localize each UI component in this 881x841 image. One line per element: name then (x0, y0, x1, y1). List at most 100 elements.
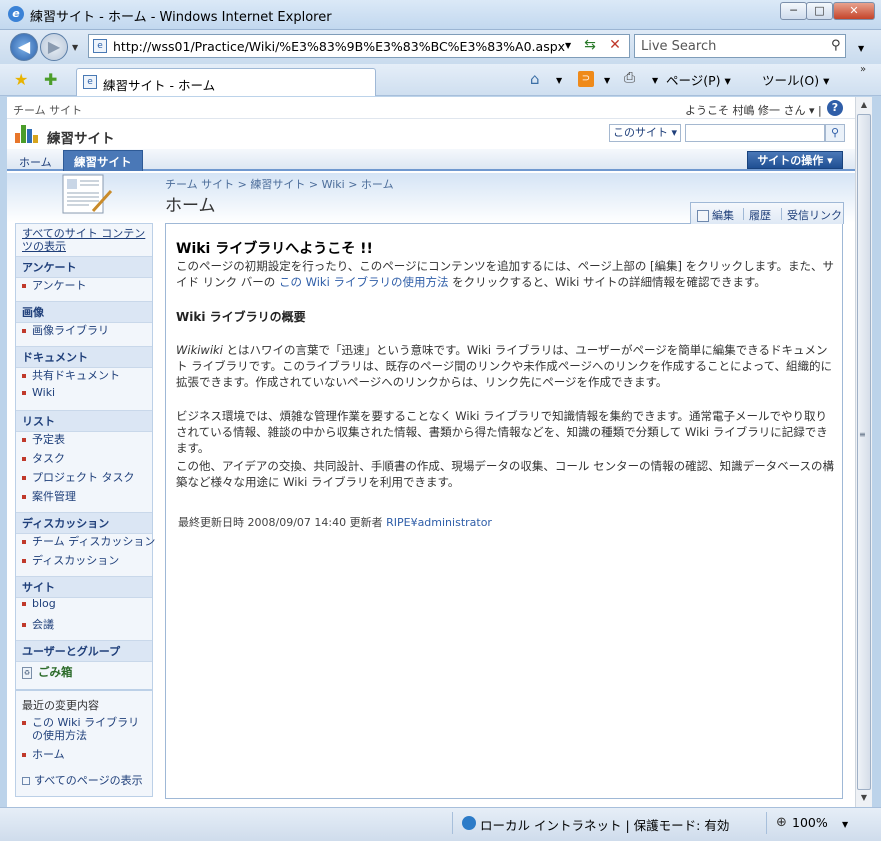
forward-button[interactable]: ▶ (40, 33, 68, 61)
scroll-thumb[interactable] (857, 114, 871, 790)
zoom-dropdown-icon[interactable]: ▼ (842, 820, 848, 829)
divider (781, 208, 782, 220)
intro-paragraph: このページの初期設定を行ったり、このページにコンテンツを追加するには、ページ上部… (176, 258, 836, 290)
tab-practice-site[interactable]: 練習サイト (63, 150, 143, 171)
site-actions-menu[interactable]: サイトの操作 ▾ (747, 151, 843, 169)
minimize-button[interactable]: ─ (780, 2, 807, 20)
bullet-icon (22, 476, 26, 480)
back-button[interactable]: ◀ (10, 33, 38, 61)
search-icon[interactable]: ⚲ (831, 38, 841, 53)
search-options-dropdown-icon[interactable]: ▼ (858, 44, 864, 53)
page-menu[interactable]: ページ(P) ▾ (666, 70, 731, 89)
site-title[interactable]: 練習サイト (47, 127, 115, 147)
view-all-pages-link[interactable]: すべてのページの表示 (22, 772, 150, 788)
scroll-down-icon[interactable]: ▼ (856, 790, 872, 806)
ql-item-label: Wiki (32, 386, 56, 399)
ql-heading-discussions[interactable]: ディスカッション (16, 512, 152, 534)
last-modified: 最終更新日時 2008/09/07 14:40 更新者 RIPE¥adminis… (178, 514, 492, 530)
wikiwiki-paragraph: Wikiwiki とはハワイの言葉で「迅速」という意味です。Wiki ライブラリ… (176, 342, 836, 390)
ql-item-project-tasks[interactable]: プロジェクト タスク (22, 469, 150, 485)
bullet-icon (22, 495, 26, 499)
welcome-menu[interactable]: ようこそ 村嶋 修一 さん ▾ | (685, 102, 822, 118)
wiki-howto-link[interactable]: この Wiki ライブラリの使用方法 (279, 275, 448, 289)
ql-item-wiki[interactable]: Wiki (22, 386, 150, 399)
ql-item-label: 共有ドキュメント (32, 369, 120, 382)
print-dropdown-icon[interactable]: ▼ (652, 76, 658, 85)
ql-heading-sites[interactable]: サイト (16, 576, 152, 598)
ql-item-discussion[interactable]: ディスカッション (22, 552, 150, 568)
close-button[interactable]: ✕ (833, 2, 875, 20)
print-icon[interactable]: ⎙ (624, 70, 635, 86)
breadcrumb[interactable]: チーム サイト > 練習サイト > Wiki > ホーム (165, 176, 394, 192)
ql-heading-people-groups[interactable]: ユーザーとグループ (16, 640, 152, 662)
quick-launch-divider (15, 689, 153, 691)
ql-heading-images[interactable]: 画像 (16, 301, 152, 323)
recycle-bin-link[interactable]: ♻ ごみ箱 (22, 664, 73, 680)
address-dropdown-icon[interactable]: ▼ (565, 41, 571, 50)
site-search-input[interactable] (685, 124, 825, 142)
browser-tab-active[interactable]: e 練習サイト - ホーム (76, 68, 376, 96)
maximize-button[interactable]: □ (806, 2, 833, 20)
ql-item-label: 案件管理 (32, 490, 76, 503)
ql-item-image-library[interactable]: 画像ライブラリ (22, 322, 150, 338)
ql-item-label: チーム ディスカッション (32, 535, 156, 548)
refresh-button[interactable]: ⇆ (579, 37, 601, 55)
ql-item-tasks[interactable]: タスク (22, 450, 150, 466)
ql-item-label: アンケート (32, 279, 87, 292)
favorites-star-icon[interactable]: ★ (14, 70, 28, 89)
help-icon[interactable]: ? (827, 100, 843, 116)
ql-item-label: プロジェクト タスク (32, 471, 135, 484)
site-search-icon[interactable]: ⚲ (825, 124, 845, 142)
ql-item-label: この Wiki ライブラリの使用方法 (32, 716, 140, 742)
security-zone[interactable]: ローカル イントラネット | 保護モード: 有効 (480, 815, 729, 834)
feeds-dropdown-icon[interactable]: ▼ (604, 76, 610, 85)
add-favorites-icon[interactable]: ✚ (44, 70, 57, 89)
tab-toolbar: ★ ✚ e 練習サイト - ホーム (0, 64, 881, 96)
ql-item-team-discussion[interactable]: チーム ディスカッション (22, 533, 155, 549)
history-dropdown-icon[interactable]: ▼ (72, 43, 78, 52)
pages-icon (22, 777, 30, 785)
window-titlebar: e 練習サイト - ホーム - Windows Internet Explore… (0, 0, 881, 30)
ql-item-shared-documents[interactable]: 共有ドキュメント (22, 367, 150, 383)
live-search-input[interactable]: Live Search ⚲ (634, 34, 846, 58)
edit-button[interactable]: 編集 (697, 207, 734, 223)
tools-menu[interactable]: ツール(O) ▾ (762, 70, 829, 89)
team-site-link[interactable]: チーム サイト (13, 102, 82, 118)
modified-by-link[interactable]: RIPE¥administrator (386, 516, 492, 529)
intro-text-b: をクリックすると、Wiki サイトの詳細情報を確認できます。 (448, 275, 766, 289)
address-field[interactable]: e http://wss01/Practice/Wiki/%E3%83%9B%E… (88, 34, 630, 58)
home-dropdown-icon[interactable]: ▼ (556, 76, 562, 85)
home-icon[interactable]: ⌂ (530, 70, 540, 88)
ql-heading-documents[interactable]: ドキュメント (16, 346, 152, 368)
feeds-icon[interactable]: ⊃ (578, 71, 594, 87)
ql-item-blog[interactable]: blog (22, 597, 150, 610)
bullet-icon (22, 391, 26, 395)
search-scope-select[interactable]: このサイト ▾ (609, 124, 681, 142)
view-all-site-content-link[interactable]: すべてのサイト コンテンツの表示 (22, 227, 146, 253)
zoom-level[interactable]: 100% (792, 815, 828, 830)
ql-recent-home[interactable]: ホーム (22, 746, 150, 762)
wikiwiki-text: とはハワイの言葉で「迅速」という意味です。Wiki ライブラリは、ユーザーがペー… (176, 343, 833, 389)
scroll-up-icon[interactable]: ▲ (856, 97, 872, 113)
divider (452, 812, 453, 834)
scroll-grip-icon: ≡ (859, 430, 866, 439)
bullet-icon (22, 753, 26, 757)
incoming-links-button[interactable]: 受信リンク (787, 207, 842, 223)
vertical-scrollbar[interactable]: ▲ ≡ ▼ (855, 97, 872, 807)
ql-item-label: ディスカッション (32, 554, 120, 567)
history-button[interactable]: 履歴 (749, 207, 771, 223)
ql-heading-lists[interactable]: リスト (16, 410, 152, 432)
ql-item-survey[interactable]: アンケート (22, 277, 150, 293)
ql-item-calendar[interactable]: 予定表 (22, 431, 150, 447)
ql-recent-wiki-howto[interactable]: この Wiki ライブラリの使用方法 (22, 716, 150, 742)
ie-logo-icon: e (8, 6, 24, 22)
more-commands-icon[interactable]: » (860, 64, 866, 75)
tab-home[interactable]: ホーム (13, 152, 58, 171)
stop-button[interactable]: ✕ (604, 37, 626, 55)
zoom-icon[interactable]: ⊕ (776, 815, 787, 830)
ql-item-meetings[interactable]: 会議 (22, 616, 150, 632)
ql-heading-survey[interactable]: アンケート (16, 256, 152, 278)
ql-item-deals[interactable]: 案件管理 (22, 488, 150, 504)
ql-item-label: blog (32, 597, 56, 610)
bullet-icon (22, 721, 26, 725)
